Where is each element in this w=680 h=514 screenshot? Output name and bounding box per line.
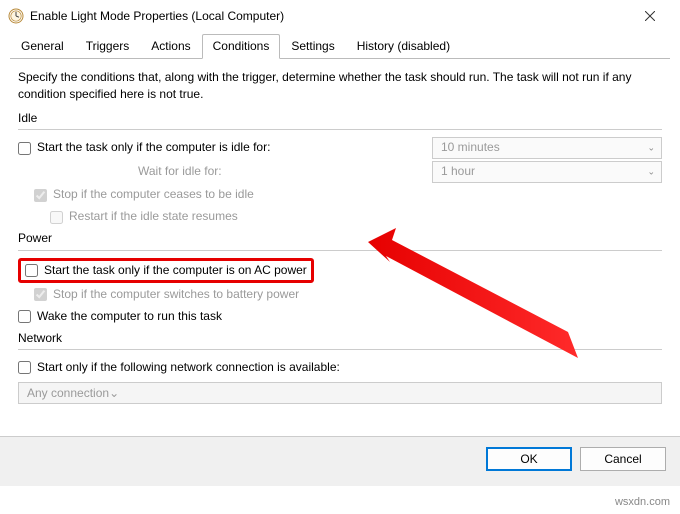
titlebar: Enable Light Mode Properties (Local Comp… [0, 0, 680, 30]
power-section-label: Power [18, 230, 662, 247]
window-title: Enable Light Mode Properties (Local Comp… [30, 9, 630, 23]
wake-checkbox[interactable]: Wake the computer to run this task [18, 308, 222, 325]
description-text: Specify the conditions that, along with … [18, 69, 662, 104]
watermark: wsxdn.com [615, 496, 670, 508]
tab-history[interactable]: History (disabled) [346, 34, 461, 59]
stop-battery-check[interactable] [34, 288, 47, 301]
restart-resumes-label: Restart if the idle state resumes [69, 208, 238, 225]
tab-general[interactable]: General [10, 34, 75, 59]
chevron-down-icon: ⌄ [109, 385, 119, 402]
on-ac-checkbox[interactable]: Start the task only if the computer is o… [25, 262, 307, 279]
stop-ceases-checkbox[interactable]: Stop if the computer ceases to be idle [34, 186, 254, 203]
dialog-footer: OK Cancel [0, 436, 680, 486]
wait-duration-value: 1 hour [441, 163, 475, 180]
conditions-panel: Specify the conditions that, along with … [0, 59, 680, 404]
chevron-down-icon: ⌄ [647, 166, 655, 179]
cancel-button[interactable]: Cancel [580, 447, 666, 471]
app-icon [8, 8, 24, 24]
close-button[interactable] [630, 4, 670, 28]
restart-resumes-checkbox[interactable]: Restart if the idle state resumes [50, 208, 238, 225]
on-ac-check[interactable] [25, 264, 38, 277]
start-idle-label: Start the task only if the computer is i… [37, 139, 270, 156]
tab-underline [10, 58, 670, 59]
highlight-ac-power: Start the task only if the computer is o… [18, 258, 314, 283]
stop-battery-checkbox[interactable]: Stop if the computer switches to battery… [34, 286, 299, 303]
wake-label: Wake the computer to run this task [37, 308, 222, 325]
idle-divider [18, 129, 662, 130]
wake-check[interactable] [18, 310, 31, 323]
on-ac-label: Start the task only if the computer is o… [44, 262, 307, 279]
tab-settings[interactable]: Settings [280, 34, 345, 59]
start-idle-checkbox[interactable]: Start the task only if the computer is i… [18, 139, 270, 156]
wait-duration-select[interactable]: 1 hour ⌄ [432, 161, 662, 183]
ok-button[interactable]: OK [486, 447, 572, 471]
network-conn-label: Start only if the following network conn… [37, 359, 340, 376]
network-conn-checkbox[interactable]: Start only if the following network conn… [18, 359, 340, 376]
tab-triggers[interactable]: Triggers [75, 34, 141, 59]
idle-duration-value: 10 minutes [441, 139, 500, 156]
restart-resumes-check[interactable] [50, 211, 63, 224]
start-idle-check[interactable] [18, 142, 31, 155]
tab-bar: General Triggers Actions Conditions Sett… [0, 34, 680, 59]
stop-ceases-check[interactable] [34, 189, 47, 202]
network-conn-check[interactable] [18, 361, 31, 374]
chevron-down-icon: ⌄ [647, 142, 655, 155]
tab-actions[interactable]: Actions [140, 34, 201, 59]
idle-section-label: Idle [18, 110, 662, 127]
close-icon [645, 11, 655, 21]
tab-conditions[interactable]: Conditions [202, 34, 281, 59]
stop-ceases-label: Stop if the computer ceases to be idle [53, 186, 254, 203]
wait-idle-label: Wait for idle for: [18, 163, 432, 180]
network-divider [18, 349, 662, 350]
power-divider [18, 250, 662, 251]
idle-duration-select[interactable]: 10 minutes ⌄ [432, 137, 662, 159]
network-connection-value: Any connection [27, 385, 109, 402]
network-section-label: Network [18, 330, 662, 347]
stop-battery-label: Stop if the computer switches to battery… [53, 286, 299, 303]
network-connection-select[interactable]: Any connection ⌄ [18, 382, 662, 404]
